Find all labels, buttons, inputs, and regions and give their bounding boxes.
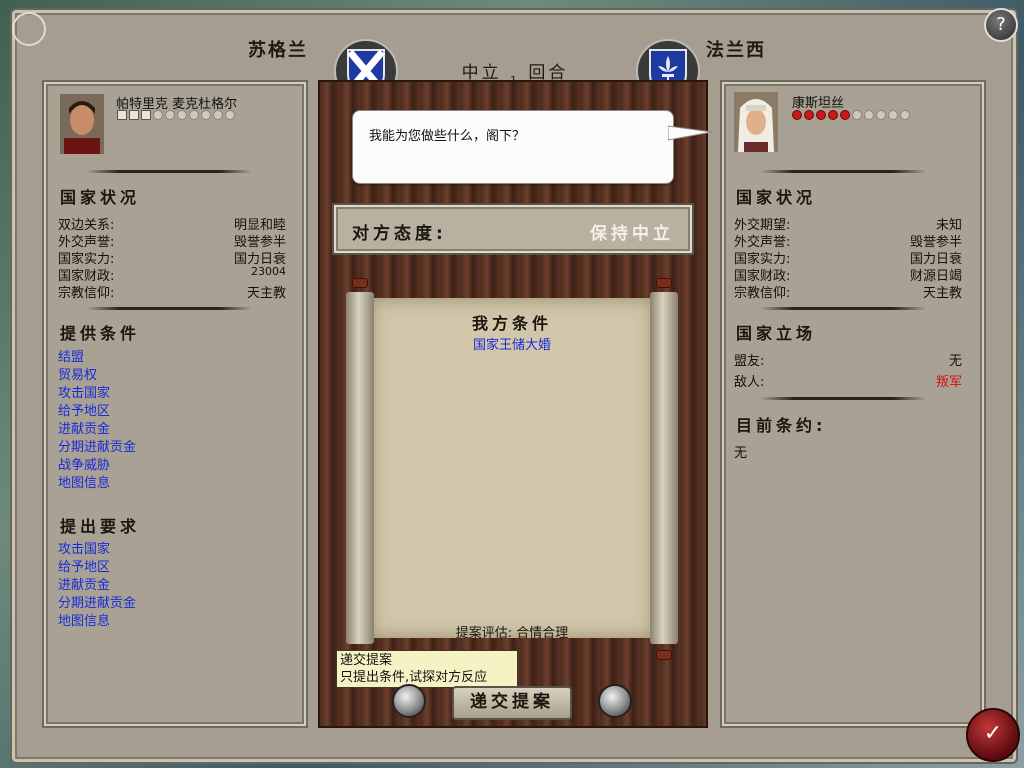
right-faction-panel [722,82,984,726]
demand-title: 提出要求 [60,517,141,536]
allies-label: 盟友: [734,354,765,369]
attitude-bar: 对方态度: 保持中立 [334,205,692,253]
speech-text: 我能为您做些什么，阁下？ [369,129,526,144]
left-state-title: 国家状况 [60,188,141,207]
scroll-knob [656,650,672,660]
heart-icon [828,110,838,120]
heart-icon [864,110,874,120]
divider [760,397,926,400]
enemies-row: 敌人: 叛军 [734,371,962,390]
left-ruler-rating [117,110,235,120]
right-state-title: 国家状况 [736,188,817,207]
stat-row: 宗教信仰: 天主教 [734,282,962,301]
attitude-label: 对方态度: [352,224,447,244]
divider [86,170,252,173]
heart-icon [900,110,910,120]
proposal-evaluation: 提案评估: 合情合理 [455,626,569,641]
heart-icon [852,110,862,120]
allies-row: 盟友: 无 [734,350,962,369]
heart-icon [888,110,898,120]
rating-pip [213,110,223,120]
enemies-value: 叛军 [935,375,962,390]
demand-item[interactable]: 给予地区 [58,556,110,575]
divider [760,307,926,310]
divider [86,307,252,310]
help-button[interactable]: ? [984,8,1018,42]
rating-pip [153,110,163,120]
right-ruler-name: 康斯坦丝 [792,96,845,111]
divider [760,170,926,173]
tooltip-title: 递交提案 [340,653,393,668]
right-country-name: 法兰西 [706,40,766,61]
constance-portrait [734,92,778,152]
offer-item[interactable]: 给予地区 [58,400,110,419]
heart-icon [804,110,814,120]
rating-pip [141,110,151,120]
speech-tail [668,125,712,141]
demand-item[interactable]: 进献贡金 [58,574,110,593]
demand-item[interactable]: 分期进献贡金 [58,592,136,611]
terms-title: 我方条件 [471,314,552,333]
terms-paper: 我方条件 国家王储大婚 提案评估: 合情合理 [370,298,654,641]
rating-pip [189,110,199,120]
allies-value: 无 [948,354,962,369]
attitude-value: 保持中立 [590,224,674,244]
tooltip-text: 只提出条件,试探对方反应 [340,670,488,685]
terms-item[interactable]: 国家王储大婚 [370,334,654,353]
demand-item[interactable]: 地图信息 [58,610,110,629]
ornament-corner [12,12,46,46]
offer-item[interactable]: 结盟 [58,346,84,365]
rating-pip [201,110,211,120]
offer-item[interactable]: 进献贡金 [58,418,110,437]
heart-icon [816,110,826,120]
submit-tooltip: 递交提案 只提出条件,试探对方反应 [336,650,518,688]
stat-value: 天主教 [922,286,962,301]
patrick-portrait [60,94,104,154]
stat-row: 宗教信仰: 天主教 [58,282,286,301]
treaty-title: 目前条约: [736,416,827,435]
treaty-value: 无 [734,446,748,461]
scroll-knob [352,278,368,288]
scroll-knob [656,278,672,288]
heart-icon [840,110,850,120]
heart-icon [876,110,886,120]
speech-bubble: 我能为您做些什么，阁下？ [352,110,674,184]
rating-pip [117,110,127,120]
offer-item[interactable]: 攻击国家 [58,382,110,401]
demand-item[interactable]: 攻击国家 [58,538,110,557]
offer-item[interactable]: 战争威胁 [58,454,110,473]
stat-label: 宗教信仰: [734,286,791,301]
offer-item[interactable]: 地图信息 [58,472,110,491]
offer-item[interactable]: 分期进献贡金 [58,436,136,455]
rating-pip [165,110,175,120]
rating-pip [225,110,235,120]
previous-button[interactable] [392,684,426,718]
right-ruler-rating [792,110,910,120]
terms-scroll: 我方条件 国家王储大婚 提案评估: 合情合理 [346,292,678,644]
next-button[interactable] [598,684,632,718]
offer-item[interactable]: 贸易权 [58,364,97,383]
scroll-rod-right [650,292,678,644]
confirm-button[interactable]: ✓ [966,708,1020,762]
left-country-name: 苏格兰 [248,40,308,61]
stance-title: 国家立场 [736,324,817,343]
rating-pip [177,110,187,120]
scroll-rod-left [346,292,374,644]
enemies-label: 敌人: [734,375,765,390]
stat-label: 宗教信仰: [58,286,115,301]
offer-title: 提供条件 [60,324,141,343]
rating-pip [129,110,139,120]
heart-icon [792,110,802,120]
stat-value: 天主教 [246,286,286,301]
submit-proposal-button[interactable]: 递交提案 [452,686,572,720]
